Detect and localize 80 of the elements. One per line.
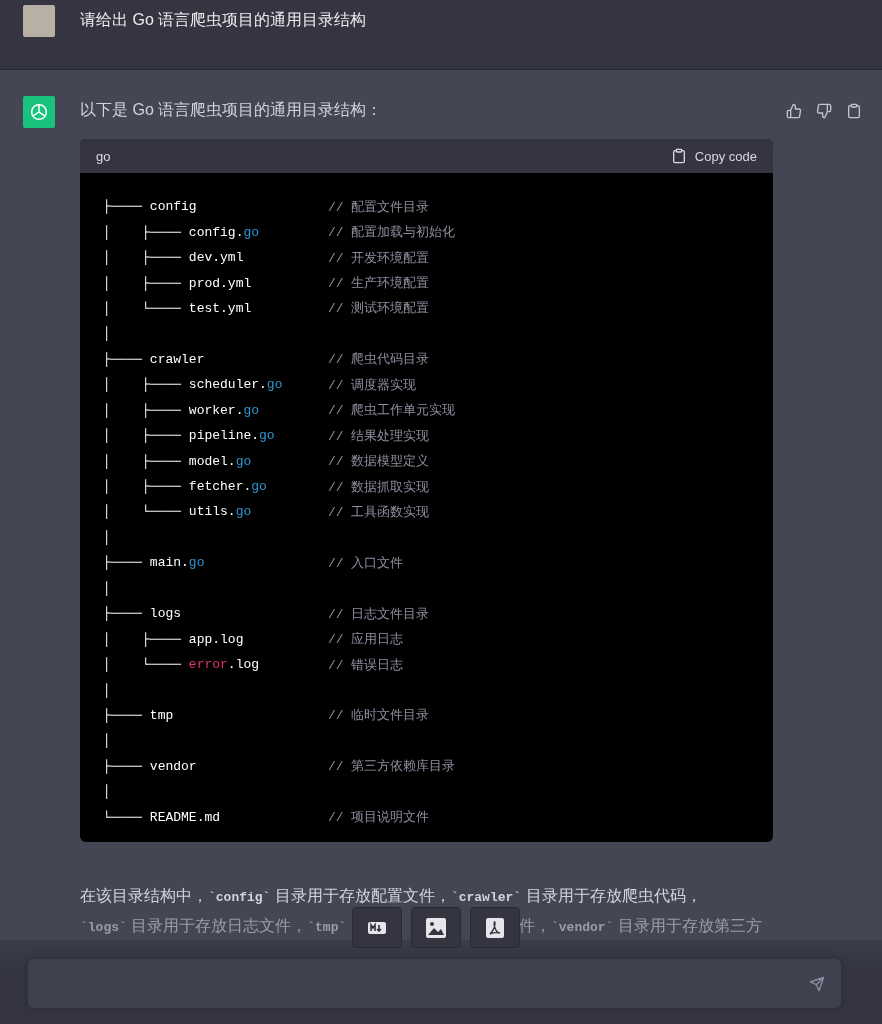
thumbs-down-icon[interactable] xyxy=(816,102,832,119)
tree-branch: │ ├──── xyxy=(103,377,181,393)
file-name: prod.yml xyxy=(188,275,252,291)
code-comment: // 应用日志 xyxy=(328,631,404,649)
code-comment: // 日志文件目录 xyxy=(328,605,430,623)
code-comment: // 入口文件 xyxy=(328,554,404,572)
code-language: go xyxy=(96,148,111,164)
tree-branch: │ xyxy=(103,326,111,342)
tree-branch: │ ├──── xyxy=(103,479,181,495)
tree-branch: │ ├──── xyxy=(103,453,181,469)
code-comment: // 生产环境配置 xyxy=(328,275,430,293)
message-input[interactable] xyxy=(28,959,841,1008)
file-name: worker.go xyxy=(188,402,260,418)
file-name: test.yml xyxy=(188,300,252,316)
code-comment: // 爬虫代码目录 xyxy=(328,351,430,369)
code-comment: // 错误日志 xyxy=(328,656,404,674)
assistant-intro: 以下是 Go 语言爬虫项目的通用目录结构： xyxy=(80,100,383,120)
code-comment: // 开发环境配置 xyxy=(328,249,430,267)
code-comment: // 配置文件目录 xyxy=(328,198,430,216)
code-comment: // 临时文件目录 xyxy=(328,707,430,725)
code-comment: // 工具函数实现 xyxy=(328,503,430,521)
file-name: crawler xyxy=(149,351,205,367)
tree-branch: ├──── xyxy=(103,555,142,571)
code-comment: // 配置加载与初始化 xyxy=(328,224,456,242)
file-name: config.go xyxy=(188,224,260,240)
file-name: logs xyxy=(149,606,182,622)
tree-branch: │ ├──── xyxy=(103,402,181,418)
tree-branch: ├──── xyxy=(103,758,142,774)
code-comment: // 第三方依赖库目录 xyxy=(328,758,456,776)
file-name: tmp xyxy=(149,707,174,723)
tree-branch: ├──── xyxy=(103,707,142,723)
tree-branch: │ ├──── xyxy=(103,224,181,240)
file-name: main.go xyxy=(149,555,205,571)
tree-branch: │ xyxy=(103,580,111,596)
clipboard-icon xyxy=(670,148,687,164)
tree-branch: └──── xyxy=(103,809,142,825)
file-name: config xyxy=(149,199,197,215)
tree-branch: │ xyxy=(103,682,111,698)
code-comment: // 测试环境配置 xyxy=(328,300,430,318)
tree-branch: │ ├──── xyxy=(103,631,181,647)
tree-branch: │ xyxy=(103,529,111,545)
file-name: model.go xyxy=(188,453,252,469)
tree-branch: ├──── xyxy=(103,351,142,367)
code-comment: // 数据模型定义 xyxy=(328,453,430,471)
code-comment: // 结果处理实现 xyxy=(328,427,430,445)
tree-branch: │ ├──── xyxy=(103,275,181,291)
tree-branch: │ ├──── xyxy=(103,428,181,444)
code-comment: // 调度器实现 xyxy=(328,376,417,394)
code-comment: // 项目说明文件 xyxy=(328,809,430,827)
tree-branch: ├──── xyxy=(103,199,142,215)
tree-branch: │ xyxy=(103,784,111,800)
assistant-avatar xyxy=(23,96,55,128)
user-message: 请给出 Go 语言爬虫项目的通用目录结构 xyxy=(80,10,367,30)
pdf-icon xyxy=(485,916,505,939)
file-name: app.log xyxy=(188,631,244,647)
file-name: error.log xyxy=(188,657,260,673)
thumbs-up-icon[interactable] xyxy=(786,102,802,119)
image-icon xyxy=(425,916,447,939)
file-name: pipeline.go xyxy=(188,428,275,444)
send-icon[interactable] xyxy=(809,975,825,992)
tree-branch: │ ├──── xyxy=(103,250,181,266)
tree-branch: │ └──── xyxy=(103,504,181,520)
user-avatar xyxy=(23,5,55,37)
export-image-button[interactable] xyxy=(411,907,461,948)
file-name: dev.yml xyxy=(188,250,244,266)
file-name: vendor xyxy=(149,758,197,774)
export-pdf-button[interactable] xyxy=(470,907,520,948)
tree-branch: │ └──── xyxy=(103,300,181,316)
clipboard-icon[interactable] xyxy=(846,102,862,119)
tree-branch: ├──── xyxy=(103,606,142,622)
file-name: fetcher.go xyxy=(188,479,267,495)
file-name: scheduler.go xyxy=(188,377,283,393)
export-markdown-button[interactable] xyxy=(352,907,402,948)
file-name: utils.go xyxy=(188,504,252,520)
code-comment: // 数据抓取实现 xyxy=(328,478,430,496)
copy-code-button[interactable]: Copy code xyxy=(670,148,757,164)
tree-branch: │ xyxy=(103,733,111,749)
file-name: README.md xyxy=(149,809,221,825)
tree-branch: │ └──── xyxy=(103,657,181,673)
code-comment: // 爬虫工作单元实现 xyxy=(328,402,456,420)
